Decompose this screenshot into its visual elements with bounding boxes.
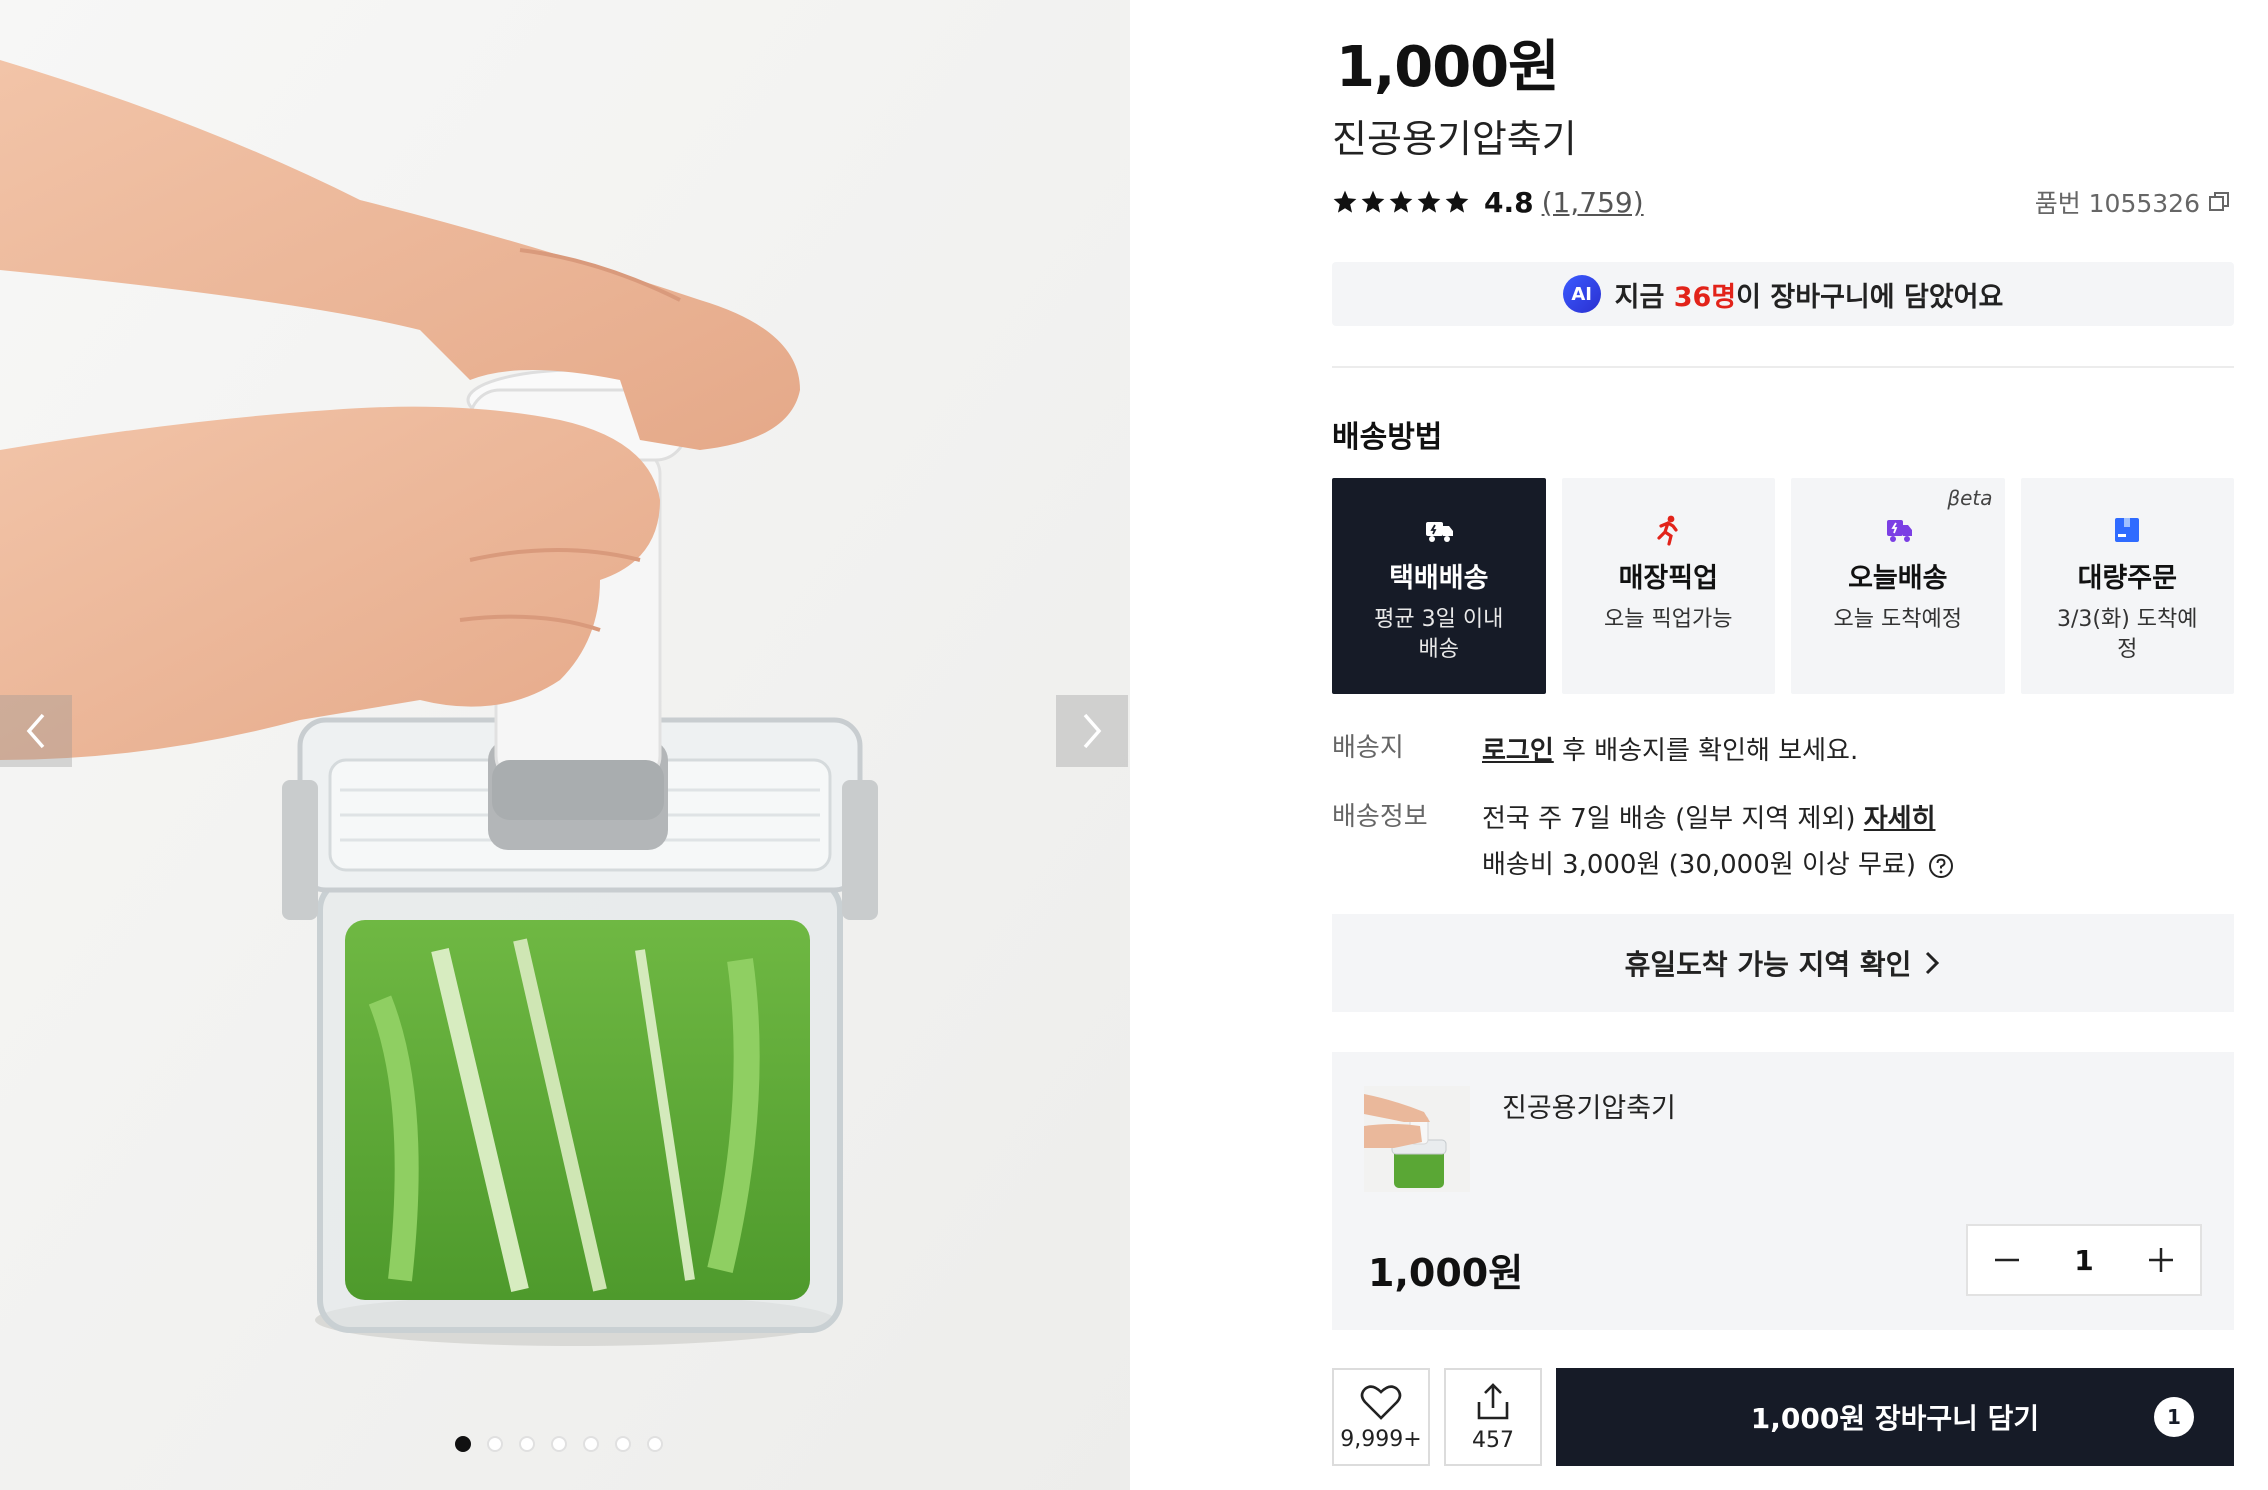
product-image-gallery[interactable] [0,0,1130,1490]
ai-banner-count: 36명 [1673,281,1737,313]
quantity-stepper: 1 [1966,1224,2202,1296]
rating-row: 4.8 (1,759) 품번 1055326 [1332,180,2234,224]
shipping-address-body: 로그인 후 배송지를 확인해 보세요. [1482,736,1859,766]
gallery-dot[interactable] [519,1436,535,1452]
holiday-delivery-check-button[interactable]: 휴일도착 가능 지역 확인 [1332,914,2234,1012]
product-price: 1,000원 [1336,35,1560,100]
share-icon [1477,1382,1509,1419]
star-rating [1332,189,1470,215]
copy-icon [2209,192,2229,211]
section-divider [1332,366,2234,368]
ai-badge-icon: AI [1562,275,1601,313]
truck-icon [1425,522,1453,542]
shipping-info-body: 전국 주 7일 배송 (일부 지역 제외) 자세히 배송비 3,000원 (30… [1482,796,1954,888]
delivery-option-card[interactable]: 대량주문 3/3(화) 도착예정 [2020,478,2234,694]
holiday-delivery-label: 휴일도착 가능 지역 확인 [1624,948,1912,981]
help-icon[interactable] [1928,853,1954,879]
product-title: 진공용기압축기 [1332,117,1577,161]
gallery-dot[interactable] [583,1436,599,1452]
option-price: 1,000원 [1368,1251,1524,1295]
purchase-actions: 9,999+ 457 1,000원 장바구니 담기 1 [1332,1368,2234,1466]
wishlist-button[interactable]: 9,999+ [1332,1368,1430,1466]
star-icon [1445,190,1469,213]
shipping-info-label: 배송정보 [1332,802,1428,832]
chevron-left-icon [26,713,45,749]
gallery-dot[interactable] [455,1436,471,1452]
product-photo [0,0,1130,1490]
quantity-decrease-button[interactable] [1968,1226,2046,1294]
share-count: 457 [1472,1427,1514,1453]
delivery-option-card[interactable]: 매장픽업오늘 픽업가능 [1561,478,1775,694]
heart-icon [1360,1384,1402,1420]
shipping-fee-text: 배송비 3,000원 (30,000원 이상 무료) [1482,850,1917,880]
gallery-dot[interactable] [615,1436,631,1452]
delivery-option-card[interactable]: 택배배송평균 3일 이내 배송 [1332,478,1546,694]
shipping-info-row: 배송정보 전국 주 7일 배송 (일부 지역 제외) 자세히 배송비 3,000… [1332,796,2234,888]
product-page: 1,000원 진공용기압축기 4.8 (1,759) 품번 1055326 AI… [0,0,2268,1490]
star-icon [1333,190,1357,213]
gallery-next-button[interactable] [1056,695,1128,767]
gallery-dot[interactable] [647,1436,663,1452]
rating-value: 4.8 [1484,185,1534,219]
delivery-section-title: 배송방법 [1332,420,1443,455]
delivery-option-title: 대량주문 [2077,563,2177,594]
option-thumbnail [1364,1086,1470,1192]
add-to-cart-button[interactable]: 1,000원 장바구니 담기 1 [1556,1368,2234,1466]
chevron-right-icon [1083,713,1102,749]
login-link[interactable]: 로그인 [1482,736,1554,766]
delivery-option-subtitle: 오늘 픽업가능 [1604,607,1733,632]
fast-delivery-icon [1886,520,1912,542]
selected-option-box: 진공용기압축기 1,000원 1 [1332,1052,2234,1330]
gallery-prev-button[interactable] [0,695,72,767]
quantity-increase-button[interactable] [2122,1226,2200,1294]
plus-icon [2149,1248,2173,1272]
star-icon [1389,190,1413,213]
beta-label: βeta [1947,486,1993,510]
star-icon [1417,190,1441,213]
delivery-option-subtitle: 평균 3일 이내 배송 [1374,607,1504,662]
delivery-option-title: 오늘배송 [1848,563,1948,594]
box-icon [2115,518,2140,542]
minus-icon [1995,1258,2019,1262]
shipping-address-label: 배송지 [1332,733,1404,763]
gallery-dot[interactable] [551,1436,567,1452]
gallery-pagination [455,1436,663,1452]
delivery-option-card[interactable]: βeta 오늘배송오늘 도착예정 [1791,478,2005,694]
star-icon [1361,190,1385,213]
shipping-detail-link[interactable]: 자세히 [1864,804,1936,834]
chevron-right-icon [1926,951,1940,975]
delivery-option-title: 매장픽업 [1618,563,1718,594]
delivery-options: 택배배송 평균 3일 이내 배송 매장픽업 오늘 픽업가능 βeta 오늘배송 오늘 도착예… [1332,478,2234,694]
sku-text: 품번 1055326 [2034,189,2200,218]
option-name: 진공용기압축기 [1502,1093,1676,1124]
delivery-option-subtitle: 오늘 도착예정 [1833,607,1962,632]
product-sku[interactable]: 품번 1055326 [2035,184,2230,220]
review-count-link[interactable]: (1,759) [1542,186,1644,219]
wishlist-count: 9,999+ [1340,1426,1422,1452]
shipping-address-row: 배송지 로그인 후 배송지를 확인해 보세요. [1332,728,2234,774]
ai-cart-banner: AI 지금 36명이 장바구니에 담았어요 [1332,262,2234,326]
ai-banner-text: 지금 36명이 장바구니에 담았어요 [1614,281,2004,313]
share-button[interactable]: 457 [1444,1368,1542,1466]
delivery-option-subtitle: 3/3(화) 도착예정 [2056,607,2198,662]
add-to-cart-label: 1,000원 장바구니 담기 [1750,1402,2040,1435]
quantity-value[interactable]: 1 [2046,1244,2122,1277]
gallery-dot[interactable] [487,1436,503,1452]
cart-count-badge: 1 [2154,1397,2194,1437]
delivery-option-title: 택배배송 [1389,563,1489,594]
running-person-icon [1657,515,1678,546]
